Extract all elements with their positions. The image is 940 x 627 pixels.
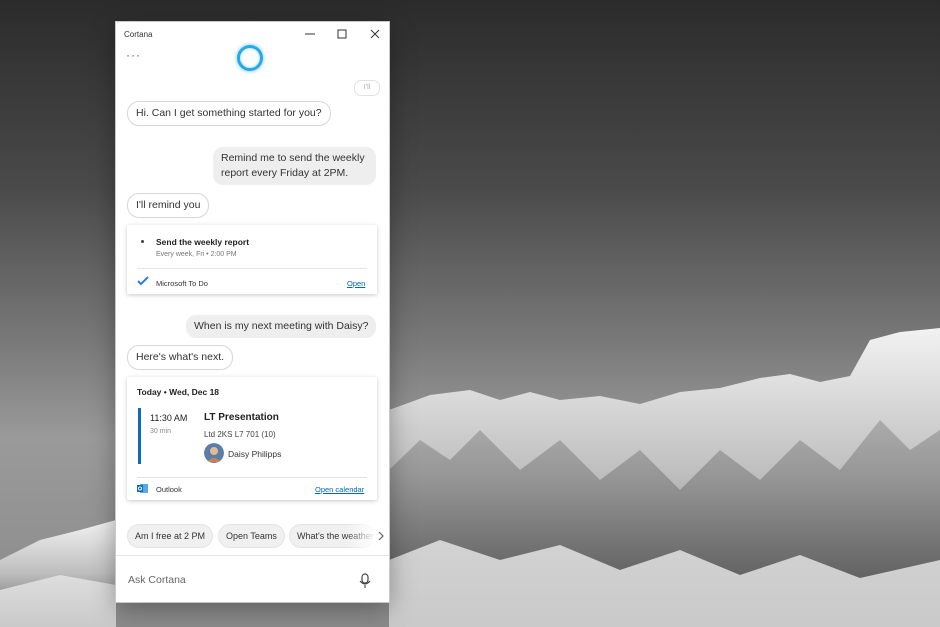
ask-bar	[116, 555, 389, 602]
suggestion-chip[interactable]: Am I free at 2 PM	[127, 524, 214, 548]
maximize-button[interactable]	[332, 26, 352, 42]
close-icon	[370, 29, 380, 39]
user-message-line: Remind me to send the weekly	[221, 152, 365, 164]
bullet-icon	[141, 240, 144, 243]
minimize-icon	[305, 33, 315, 35]
cortana-window: Cortana ··· I'll Hi. Can I get something…	[116, 22, 389, 602]
calendar-day: Today • Wed, Dec 18	[137, 387, 220, 397]
reminder-card: Send the weekly report Every week, Fri •…	[127, 225, 377, 294]
user-message-line: report every Friday at 2PM.	[221, 167, 349, 179]
app-title: Cortana	[124, 30, 153, 39]
event-title[interactable]: LT Presentation	[204, 412, 279, 423]
maximize-icon	[337, 29, 347, 39]
avatar	[204, 443, 224, 463]
title-bar[interactable]: Cortana	[116, 22, 389, 46]
cortana-reply-bubble: Here's what's next.	[127, 345, 234, 370]
reminder-source: Microsoft To Do	[156, 279, 208, 288]
checkmark-icon	[137, 276, 149, 286]
avatar-icon	[204, 443, 224, 463]
reminder-title: Send the weekly report	[156, 237, 250, 247]
divider	[137, 477, 367, 478]
attendee-name: Daisy Philipps	[228, 449, 282, 459]
reminder-schedule: Every week, Fri • 2:00 PM	[156, 251, 237, 258]
suggestion-chip[interactable]: Open Teams	[218, 524, 285, 548]
more-options-button[interactable]: ···	[126, 48, 141, 62]
ask-cortana-input[interactable]	[128, 569, 338, 591]
divider	[137, 268, 367, 269]
suggestion-chips: Am I free at 2 PM Open Teams What's the …	[116, 524, 389, 550]
event-duration: 30 min	[150, 428, 172, 435]
chevron-right-icon[interactable]	[375, 528, 387, 544]
microphone-icon[interactable]	[358, 573, 372, 589]
calendar-source: Outlook	[156, 485, 182, 494]
cortana-logo-icon	[237, 45, 263, 71]
suggestion-chip-partial[interactable]: I'll	[354, 80, 380, 96]
outlook-icon	[137, 484, 148, 493]
calendar-card: Today • Wed, Dec 18 11:30 AM 30 min LT P…	[127, 377, 377, 500]
user-message-bubble: Remind me to send the weekly report ever…	[213, 147, 376, 185]
user-message-bubble: When is my next meeting with Daisy?	[186, 315, 377, 338]
open-todo-link[interactable]: Open	[347, 279, 365, 288]
cortana-greeting-bubble: Hi. Can I get something started for you?	[127, 101, 331, 126]
minimize-button[interactable]	[300, 26, 320, 42]
event-accent-bar	[138, 408, 141, 464]
event-location: Ltd 2KS L7 701 (10)	[204, 430, 276, 439]
event-time: 11:30 AM	[150, 413, 188, 423]
cortana-reply-bubble: I'll remind you	[127, 193, 210, 218]
open-calendar-link[interactable]: Open calendar	[315, 485, 364, 494]
close-button[interactable]	[365, 26, 385, 42]
